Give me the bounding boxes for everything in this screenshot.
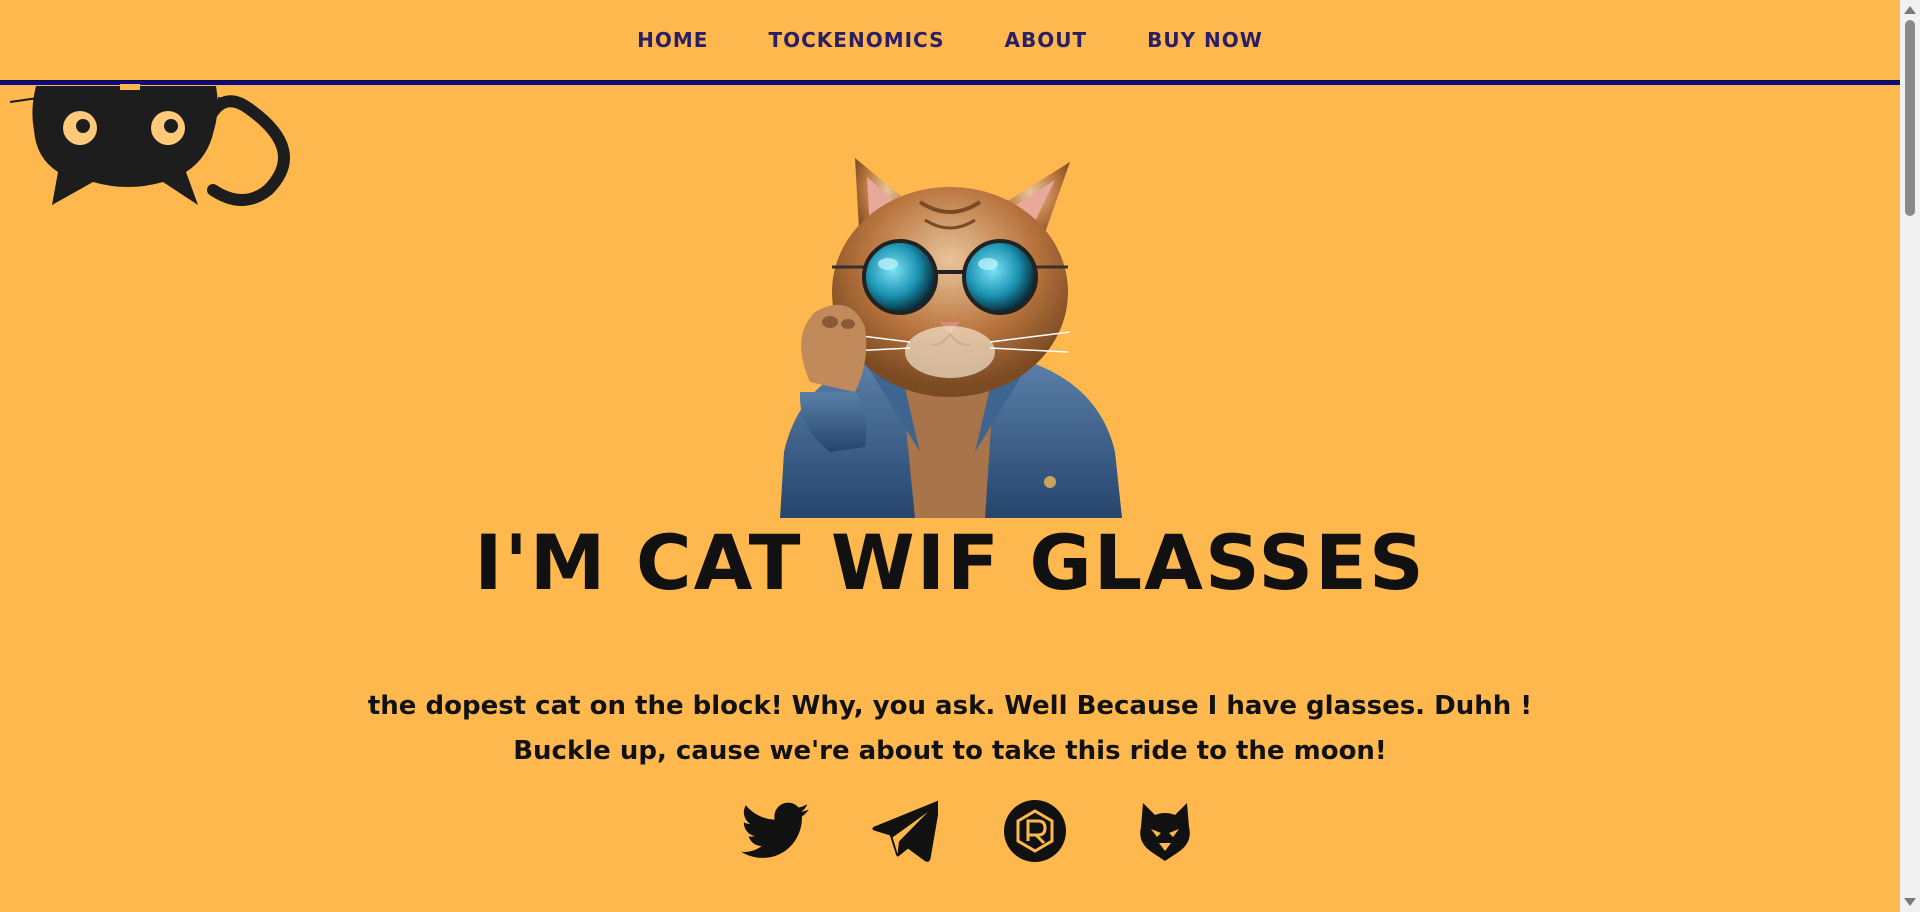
scroll-down-arrow-icon[interactable] (1900, 894, 1920, 910)
top-nav: HOME TOCKENOMICS ABOUT BUY NOW (0, 0, 1900, 80)
raydium-link[interactable] (1000, 796, 1070, 866)
cat-with-glasses-image (780, 158, 1122, 518)
hero-description: the dopest cat on the block! Why, you as… (367, 691, 1533, 766)
hanging-cat-logo (9, 84, 290, 206)
nav-tokenomics-link[interactable]: TOCKENOMICS (768, 28, 944, 52)
vertical-scrollbar[interactable] (1900, 0, 1920, 912)
social-links (0, 796, 1900, 866)
scrollbar-thumb[interactable] (1905, 20, 1915, 216)
telegram-link[interactable] (870, 796, 940, 866)
twitter-icon (741, 802, 809, 858)
telegram-icon (872, 800, 938, 862)
twitter-link[interactable] (740, 796, 810, 866)
page: HOME TOCKENOMICS ABOUT BUY NOW I'M CAT W… (0, 0, 1920, 912)
hero-title: I'M CAT WIF GLASSES (474, 518, 1426, 607)
nav-buy-now-link[interactable]: BUY NOW (1147, 28, 1263, 52)
dexscreener-link[interactable] (1130, 796, 1200, 866)
nav-home-link[interactable]: HOME (637, 28, 708, 52)
scroll-up-arrow-icon[interactable] (1900, 2, 1920, 18)
nav-about-link[interactable]: ABOUT (1005, 28, 1088, 52)
raydium-icon (1004, 800, 1066, 862)
dexscreener-icon (1140, 803, 1190, 861)
